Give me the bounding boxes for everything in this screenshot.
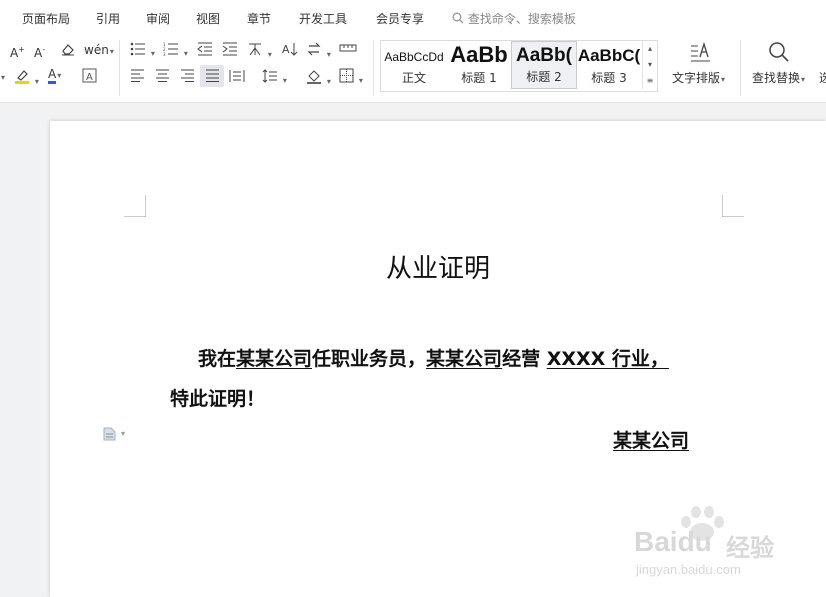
bullet-list-icon[interactable] (130, 42, 155, 62)
borders-icon[interactable] (339, 68, 363, 89)
table-tool-icon[interactable] (339, 42, 357, 58)
body-text: 任职业务员， (312, 348, 427, 370)
company-name: 某某公司 (236, 348, 313, 370)
highlight-icon[interactable] (14, 68, 39, 90)
style-gallery: AaBbCcDd 正文 AaBb 标题 1 AaBb( 标题 2 AaBbC( … (380, 40, 658, 92)
decrease-indent-icon[interactable] (197, 42, 213, 60)
style-heading-1-label: 标题 1 (461, 71, 497, 85)
align-right-icon[interactable] (180, 69, 195, 86)
style-heading-1-sample: AaBb (450, 42, 508, 67)
style-heading-1[interactable]: AaBb 标题 1 (447, 41, 511, 89)
chinese-layout-icon[interactable] (247, 41, 272, 63)
body-text: 经营 (502, 348, 547, 370)
align-left-icon[interactable] (130, 69, 145, 86)
style-normal[interactable]: AaBbCcDd 正文 (381, 41, 447, 89)
style-normal-sample: AaBbCcDd (384, 50, 444, 64)
watermark-cn: 经验 (726, 535, 774, 562)
chevron-up-icon[interactable]: ▴ (643, 41, 657, 57)
find-replace-icon[interactable] (768, 41, 790, 67)
style-heading-3-sample: AaBbC( (577, 46, 641, 65)
watermark: Baidu 经验 jingyan.baidu.com (630, 506, 790, 590)
watermark-url: jingyan.baidu.com (636, 562, 741, 577)
menu-bar: 页面布局 引用 审阅 视图 章节 开发工具 会员专享 查找命令、搜索模板 (0, 0, 826, 36)
search-icon (452, 12, 464, 24)
menu-member[interactable]: 会员专享 (376, 10, 424, 27)
command-search-placeholder: 查找命令、搜索模板 (467, 12, 576, 26)
style-heading-2-label: 标题 2 (526, 70, 562, 84)
chevron-down-icon[interactable]: ▾ (643, 57, 657, 73)
menu-review[interactable]: 审阅 (146, 10, 170, 27)
svg-text:3: 3 (163, 52, 166, 56)
margin-corner-top-left (124, 195, 146, 217)
show-hide-marks-icon[interactable] (306, 41, 331, 63)
find-replace-label[interactable]: 查找替换 (752, 70, 805, 88)
document-title[interactable]: 从业证明 (50, 248, 826, 285)
text-layout-label[interactable]: 文字排版 (672, 70, 725, 88)
line-spacing-icon[interactable] (262, 69, 287, 89)
company-name: 某某公司 (426, 348, 503, 370)
style-heading-2-sample: AaBb( (516, 45, 572, 66)
menu-developer-tools[interactable]: 开发工具 (299, 10, 347, 27)
chevron-down-icon[interactable]: ▾ (121, 429, 125, 438)
style-heading-3-label: 标题 3 (591, 71, 627, 85)
text-layout-icon[interactable] (690, 41, 712, 68)
clear-format-icon[interactable] (60, 41, 76, 61)
svg-text:A: A (86, 72, 93, 83)
certification-line[interactable]: 特此证明！ (170, 384, 265, 411)
menu-references[interactable]: 引用 (96, 10, 120, 27)
paragraph-options-icon[interactable] (103, 427, 116, 441)
distributed-align-icon[interactable] (229, 69, 245, 87)
menu-view[interactable]: 视图 (196, 10, 220, 27)
industry-name: XXXX 行业， (546, 348, 669, 370)
select-label-cutoff[interactable]: 选 (819, 70, 826, 86)
phonetic-guide-icon[interactable]: wén (84, 42, 114, 60)
sort-icon[interactable]: A (282, 41, 298, 61)
shrink-font-icon[interactable]: A- (34, 42, 45, 61)
menu-section[interactable]: 章节 (247, 10, 271, 27)
grow-font-icon[interactable]: A+ (10, 42, 25, 61)
style-gallery-scroll[interactable]: ▴ ▾ ≡ (642, 41, 657, 89)
ribbon-separator (119, 40, 120, 96)
expand-gallery-icon[interactable]: ≡ (643, 73, 657, 89)
align-center-icon[interactable] (155, 69, 170, 86)
watermark-brand: Baidu (634, 526, 712, 557)
style-heading-2[interactable]: AaBb( 标题 2 (511, 41, 577, 89)
shading-icon[interactable] (306, 68, 331, 90)
ribbon-separator (740, 40, 741, 96)
margin-corner-top-right (722, 195, 744, 217)
command-search[interactable]: 查找命令、搜索模板 (452, 10, 576, 27)
increase-indent-icon[interactable] (222, 42, 238, 60)
style-heading-3[interactable]: AaBbC( 标题 3 (577, 41, 641, 89)
justify-icon[interactable] (200, 65, 224, 87)
svg-text:A: A (282, 43, 290, 56)
signature-company[interactable]: 某某公司 (613, 426, 689, 453)
font-size-dropdown-icon[interactable] (0, 68, 10, 86)
body-text: 我在 (198, 348, 237, 370)
style-normal-label: 正文 (401, 71, 426, 85)
character-border-icon[interactable]: A (82, 68, 97, 87)
body-paragraph[interactable]: 我在某某公司任职业务员，某某公司经营 XXXX 行业， (198, 344, 669, 371)
ribbon-separator (373, 40, 374, 96)
numbered-list-icon[interactable]: 123 (163, 42, 188, 62)
font-color-icon[interactable]: A (48, 66, 61, 84)
menu-page-layout[interactable]: 页面布局 (22, 10, 70, 27)
